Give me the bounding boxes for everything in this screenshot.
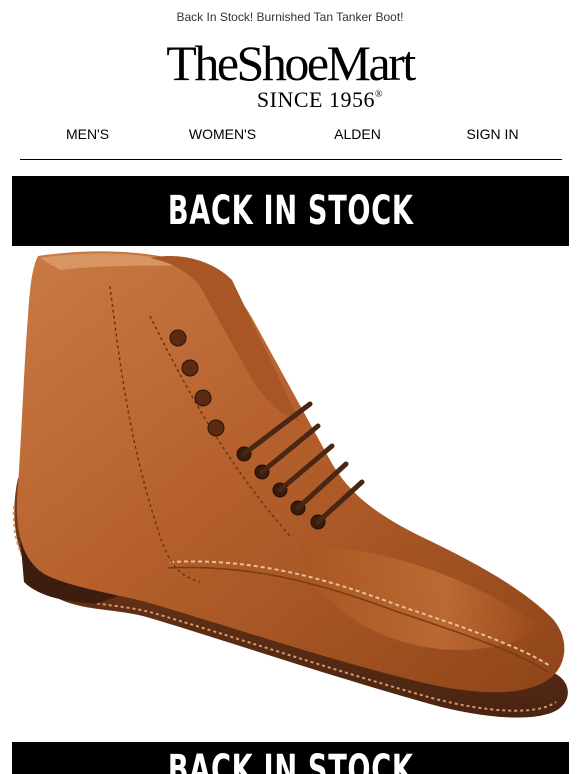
registered-mark: ®: [374, 89, 384, 100]
nav-alden[interactable]: ALDEN: [290, 126, 425, 142]
back-in-stock-banner[interactable]: BACK IN STOCK: [12, 176, 569, 246]
banner-heading: BACK IN STOCK: [167, 188, 414, 234]
store-logo[interactable]: TheShoeMart SINCE 1956®: [0, 38, 580, 111]
nav-womens[interactable]: WOMEN'S: [155, 126, 290, 142]
main-nav: MEN'S WOMEN'S ALDEN SIGN IN: [20, 124, 560, 144]
back-in-stock-banner-bottom[interactable]: BACK IN STOCK: [12, 742, 569, 774]
nav-sign-in[interactable]: SIGN IN: [425, 126, 560, 142]
logo-name: TheShoeMart: [166, 35, 416, 91]
nav-mens[interactable]: MEN'S: [20, 126, 155, 142]
product-hero-image[interactable]: [0, 246, 580, 742]
nav-divider: [20, 159, 562, 160]
logo-since: SINCE 1956®: [0, 84, 580, 111]
banner-heading-bottom: BACK IN STOCK: [167, 747, 414, 774]
tanker-boot-illustration: [0, 246, 580, 742]
logo-since-text: SINCE 1956: [256, 87, 375, 112]
preheader-text: Back In Stock! Burnished Tan Tanker Boot…: [176, 10, 404, 24]
